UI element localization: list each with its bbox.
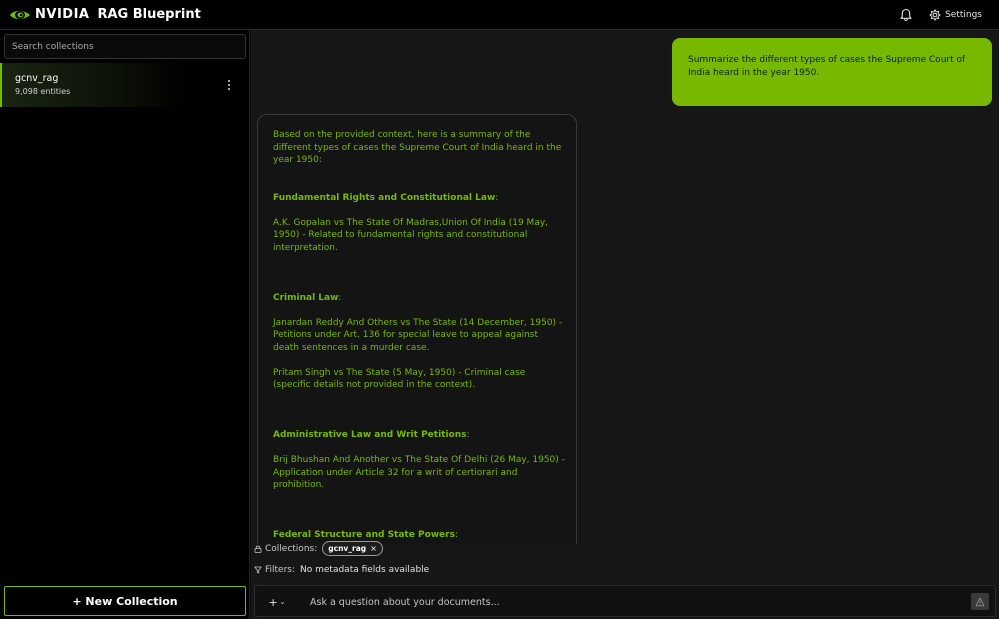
send-button[interactable] bbox=[971, 593, 989, 610]
plus-icon: + bbox=[268, 595, 278, 609]
settings-label: Settings bbox=[945, 10, 982, 20]
response-heading: Federal Structure and State Powers: bbox=[273, 530, 459, 540]
response-item: A.K. Gopalan vs The State Of Madras,Unio… bbox=[273, 217, 549, 253]
filters-value: No metadata fields available bbox=[300, 565, 430, 575]
collections-row: Collections: gcnv_rag × bbox=[254, 541, 383, 556]
chevron-down-icon: ⌄ bbox=[279, 598, 286, 606]
attach-menu-button[interactable]: + ⌄ bbox=[263, 594, 291, 610]
chat-main: Summarize the different types of cases t… bbox=[251, 30, 999, 619]
top-header: NVIDIA RAG Blueprint Settings bbox=[0, 0, 999, 30]
lock-icon bbox=[254, 545, 262, 553]
settings-button[interactable]: Settings bbox=[929, 9, 982, 21]
user-message-bubble: Summarize the different types of cases t… bbox=[672, 38, 992, 106]
send-icon bbox=[975, 597, 985, 606]
brand-logo[interactable]: NVIDIA RAG Blueprint bbox=[9, 7, 201, 22]
response-intro: Based on the provided context, here is a… bbox=[273, 130, 562, 165]
response-heading: Criminal Law: bbox=[273, 292, 342, 303]
filters-label: Filters: bbox=[265, 565, 296, 575]
question-input[interactable] bbox=[310, 593, 950, 611]
filter-icon bbox=[254, 566, 262, 574]
search-collections-input[interactable] bbox=[4, 34, 246, 59]
app-title: RAG Blueprint bbox=[97, 7, 201, 22]
response-item: Brij Bhushan And Another vs The State Of… bbox=[273, 455, 565, 490]
filters-row: Filters: No metadata fields available bbox=[254, 565, 429, 575]
response-item: Janardan Reddy And Others vs The State (… bbox=[273, 317, 563, 353]
close-icon[interactable]: × bbox=[370, 544, 377, 553]
response-heading: Administrative Law and Writ Petitions: bbox=[273, 430, 470, 440]
bell-icon[interactable] bbox=[899, 8, 913, 22]
header-actions: Settings bbox=[899, 0, 982, 30]
assistant-response-text: Based on the provided context, here is a… bbox=[273, 129, 565, 542]
collection-name: gcnv_rag bbox=[15, 73, 59, 84]
collection-chip[interactable]: gcnv_rag × bbox=[322, 541, 383, 556]
nvidia-eye-icon bbox=[10, 10, 30, 19]
new-collection-button[interactable]: + New Collection bbox=[4, 586, 246, 616]
collection-item-gcnv-rag[interactable]: gcnv_rag 9,098 entities bbox=[0, 63, 249, 107]
message-composer: + ⌄ bbox=[254, 585, 996, 617]
brand-wordmark: NVIDIA bbox=[35, 7, 90, 22]
gear-icon bbox=[929, 9, 941, 21]
collection-entity-count: 9,098 entities bbox=[15, 87, 71, 96]
collections-label: Collections: bbox=[265, 543, 318, 554]
collection-chip-label: gcnv_rag bbox=[328, 544, 367, 553]
response-heading: Fundamental Rights and Constitutional La… bbox=[273, 192, 499, 203]
collections-sidebar: gcnv_rag 9,098 entities + New Collection bbox=[0, 30, 250, 619]
assistant-response-card: Based on the provided context, here is a… bbox=[257, 114, 577, 544]
more-vertical-icon[interactable] bbox=[222, 78, 236, 92]
response-item: Pritam Singh vs The State (5 May, 1950) … bbox=[273, 367, 526, 391]
app-root: NVIDIA RAG Blueprint Settings gcnv_rag 9… bbox=[0, 0, 999, 619]
